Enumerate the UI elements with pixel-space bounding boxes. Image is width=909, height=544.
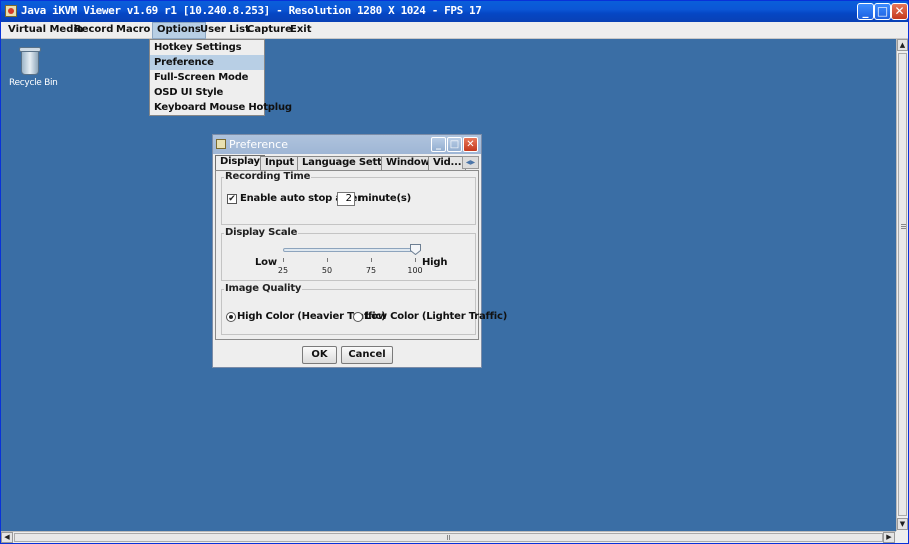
- ok-button[interactable]: OK: [302, 346, 337, 364]
- scale-tick: [327, 258, 328, 262]
- scale-high-label: High: [422, 257, 448, 268]
- auto-stop-minutes-field[interactable]: 2: [337, 192, 355, 206]
- scroll-right-icon[interactable]: ▶: [883, 532, 895, 543]
- menu-macro[interactable]: Macro: [112, 22, 154, 39]
- scroll-corner: [896, 531, 908, 543]
- dialog-title: Preference: [229, 138, 288, 151]
- options-dropdown-menu: Hotkey Settings Preference Full-Screen M…: [149, 39, 292, 116]
- scale-tick-label: 25: [277, 266, 289, 275]
- scroll-up-icon[interactable]: ▲: [897, 39, 908, 51]
- display-scale-slider-thumb[interactable]: [410, 244, 421, 255]
- scale-tick: [283, 258, 284, 262]
- close-button[interactable]: ✕: [891, 3, 908, 20]
- scroll-down-icon[interactable]: ▼: [897, 518, 908, 530]
- menu-exit[interactable]: Exit: [286, 22, 316, 39]
- java-app-icon: [5, 5, 17, 17]
- tab-input[interactable]: Input: [260, 156, 299, 170]
- display-scale-slider-track[interactable]: [283, 248, 419, 252]
- menu-item-full-screen-mode[interactable]: Full-Screen Mode: [150, 70, 264, 85]
- minutes-unit-label: minute(s): [358, 193, 411, 204]
- high-color-radio[interactable]: [226, 312, 236, 322]
- tab-strip: Display Input Language Setting Window Vi…: [215, 155, 479, 170]
- scale-tick: [415, 258, 416, 262]
- horizontal-scroll-thumb[interactable]: [14, 533, 883, 542]
- desktop-icon-recycle-bin[interactable]: Recycle Bin: [9, 45, 58, 88]
- preference-dialog: Preference _ □ ✕ Display Input Language …: [212, 134, 507, 368]
- cancel-button[interactable]: Cancel: [341, 346, 393, 364]
- vertical-scroll-thumb[interactable]: [898, 53, 907, 516]
- dialog-titlebar[interactable]: Preference _ □ ✕: [213, 135, 481, 154]
- display-tab-panel: Recording Time ✔ Enable auto stop after …: [215, 170, 507, 340]
- ikvm-window: Java iKVM Viewer v1.69 r1 [10.240.8.253]…: [0, 0, 909, 544]
- java-app-icon: [216, 139, 226, 149]
- maximize-button[interactable]: □: [874, 3, 891, 20]
- dialog-maximize-button[interactable]: □: [447, 137, 462, 152]
- minimize-button[interactable]: _: [857, 3, 874, 20]
- low-color-radio[interactable]: [353, 312, 363, 322]
- menubar: Virtual Media Record Macro Options User …: [1, 22, 908, 39]
- scale-tick-label: 75: [365, 266, 377, 275]
- vertical-scrollbar[interactable]: ▲ ▼: [896, 39, 908, 531]
- recycle-bin-label: Recycle Bin: [9, 78, 58, 88]
- recording-time-group: Recording Time ✔ Enable auto stop after …: [221, 171, 476, 225]
- menu-record[interactable]: Record: [70, 22, 117, 39]
- high-color-label: High Color (Heavier Traffic): [237, 311, 386, 322]
- image-quality-label: Image Quality: [224, 283, 303, 294]
- menu-item-hotkey-settings[interactable]: Hotkey Settings: [150, 40, 264, 55]
- tab-window[interactable]: Window: [381, 156, 435, 170]
- tab-scroll-arrows[interactable]: ◀▶: [462, 156, 479, 169]
- recording-time-label: Recording Time: [224, 171, 312, 182]
- menu-item-osd-ui-style[interactable]: OSD UI Style: [150, 85, 264, 100]
- app-title: Java iKVM Viewer v1.69 r1 [10.240.8.253]…: [21, 4, 482, 17]
- display-scale-label: Display Scale: [224, 227, 299, 238]
- scale-tick: [371, 258, 372, 262]
- menu-item-preference[interactable]: Preference: [150, 55, 264, 70]
- scale-tick-label: 50: [321, 266, 333, 275]
- horizontal-scrollbar[interactable]: ◀ ▶: [1, 531, 896, 543]
- low-color-label: Low Color (Lighter Traffic): [365, 311, 508, 322]
- image-quality-group: Image Quality High Color (Heavier Traffi…: [221, 283, 507, 335]
- tab-display[interactable]: Display: [215, 155, 265, 170]
- display-scale-group: Display Scale Low High 25 50 75 100: [221, 227, 476, 281]
- scale-tick-label: 100: [407, 266, 423, 275]
- dialog-close-button[interactable]: ✕: [463, 137, 478, 152]
- recycle-bin-icon: [17, 45, 43, 75]
- tab-video[interactable]: Vid...: [428, 156, 467, 170]
- app-titlebar[interactable]: Java iKVM Viewer v1.69 r1 [10.240.8.253]…: [1, 1, 908, 22]
- scroll-left-icon[interactable]: ◀: [1, 532, 13, 543]
- menu-item-keyboard-mouse-hotplug[interactable]: Keyboard Mouse Hotplug: [150, 100, 292, 115]
- dialog-minimize-button[interactable]: _: [431, 137, 446, 152]
- auto-stop-checkbox[interactable]: ✔: [227, 194, 237, 204]
